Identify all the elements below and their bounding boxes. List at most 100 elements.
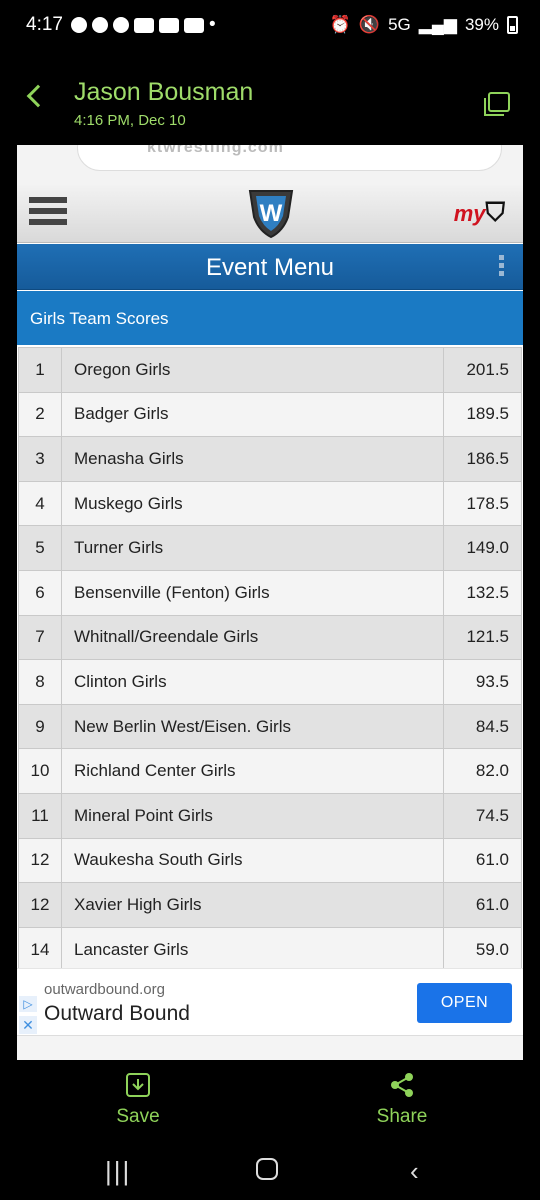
rank-cell: 2 [18,391,62,438]
shared-screenshot[interactable]: ktwrestling.com W my⛉ Event Menu Girls T… [17,145,523,1060]
my-logo-text: my [453,201,486,226]
rank-cell: 8 [18,659,62,705]
rank-cell: 12 [18,837,62,884]
score-cell: 201.5 [443,347,522,393]
site-header: W my⛉ [17,185,523,243]
table-row: 6 Bensenville (Fenton) Girls 132.5 [18,569,522,616]
score-cell: 132.5 [443,569,522,616]
team-cell: Waukesha South Girls [61,837,444,884]
team-cell: Bensenville (Fenton) Girls [61,569,444,616]
network-type: 5G [388,15,411,34]
team-cell: Mineral Point Girls [61,792,444,839]
ad-close-icon: ✕ [19,1016,37,1034]
browser-url-bar: ktwrestling.com [17,145,523,185]
ad-open-button: OPEN [417,983,512,1023]
download-icon [126,1073,150,1097]
table-row: 12 Xavier High Girls 61.0 [18,882,522,928]
status-time: 4:17 [26,14,63,35]
rank-cell: 11 [18,792,62,839]
table-row: 10 Richland Center Girls 82.0 [18,748,522,794]
table-row: 2 Badger Girls 189.5 [18,391,522,438]
rank-cell: 12 [18,882,62,928]
table-row: 12 Waukesha South Girls 61.0 [18,837,522,884]
team-scores-body: 1 Oregon Girls 201.5 2 Badger Girls 189.5 3 Men… [18,347,522,973]
browser-bottom-nav [17,1035,523,1060]
table-row: 3 Menasha Girls 186.5 [18,436,522,482]
save-button[interactable]: Save [78,1072,198,1128]
table-row: 5 Turner Girls 149.0 [18,525,522,571]
score-cell: 61.0 [443,837,522,884]
game-app-icon [183,17,204,33]
hamburger-menu-icon [29,197,67,229]
score-cell: 82.0 [443,748,522,794]
signal-icon: ▂▄▆ [418,15,457,34]
rank-cell: 9 [18,703,62,750]
section-header: Girls Team Scores [17,291,523,345]
status-bar: 4:17 • ⏰ 🔇 5G ▂▄▆ 39% [0,0,540,50]
section-title: Girls Team Scores [30,309,169,328]
facebook-icon [91,17,108,33]
shield-logo-icon: W [248,190,294,239]
rank-cell: 3 [18,436,62,482]
gallery-icon[interactable] [484,92,510,116]
score-cell: 93.5 [443,659,522,705]
table-row: 4 Muskego Girls 178.5 [18,480,522,527]
rank-cell: 5 [18,525,62,571]
ad-choices: ▷ ✕ [19,996,39,1034]
team-cell: Xavier High Girls [61,882,444,928]
score-cell: 84.5 [443,703,522,750]
score-cell: 74.5 [443,792,522,839]
share-label: Share [376,1106,428,1127]
rank-cell: 7 [18,614,62,661]
share-icon [391,1073,413,1097]
score-cell: 61.0 [443,882,522,928]
mytw-logo: my⛉ [454,197,505,229]
table-row: 1 Oregon Girls 201.5 [18,347,522,393]
save-label: Save [116,1106,160,1127]
mute-icon: 🔇 [358,15,381,34]
rank-cell: 4 [18,480,62,527]
kebab-menu-icon [499,255,505,279]
team-cell: New Berlin West/Eisen. Girls [61,703,444,750]
score-cell: 121.5 [443,614,522,661]
system-nav-bar: ||| ‹ [0,1140,540,1200]
score-cell: 186.5 [443,436,522,482]
notification-icons: • [70,14,216,36]
youtube-icon-2 [158,17,179,33]
back-arrow-icon[interactable] [26,84,50,108]
message-header: Jason Bousman 4:16 PM, Dec 10 [0,50,540,145]
table-row: 11 Mineral Point Girls 74.5 [18,792,522,839]
event-menu-title: Event Menu [205,254,335,281]
team-cell: Lancaster Girls [61,926,444,973]
team-cell: Turner Girls [61,525,444,571]
status-left: 4:17 • [26,14,330,36]
team-cell: Menasha Girls [61,436,444,482]
youtube-icon [133,17,154,33]
score-cell: 59.0 [443,926,522,973]
battery-percent: 39% [464,15,499,34]
ad-domain: outwardbound.org [44,981,165,998]
team-cell: Richland Center Girls [61,748,444,794]
team-scores-table: 1 Oregon Girls 201.5 2 Badger Girls 189.5 3 Men… [18,347,522,973]
ad-play-icon: ▷ [19,996,37,1012]
event-menu-bar: Event Menu [17,244,523,290]
nav-back-icon[interactable]: ‹ [410,1156,419,1187]
home-icon[interactable] [256,1158,278,1180]
ad-banner: ▷ ✕ outwardbound.org Outward Bound OPEN [17,968,523,1034]
team-cell: Badger Girls [61,391,444,438]
table-row: 9 New Berlin West/Eisen. Girls 84.5 [18,703,522,750]
share-button[interactable]: Share [342,1072,462,1128]
team-cell: Oregon Girls [61,347,444,393]
rank-cell: 10 [18,748,62,794]
rank-cell: 6 [18,569,62,616]
url-text: ktwrestling.com [147,145,284,156]
recent-apps-icon[interactable]: ||| [105,1156,131,1187]
more-notifications-dot: • [208,14,216,35]
rank-cell: 14 [18,926,62,973]
sender-name: Jason Bousman [74,78,254,106]
status-right: ⏰ 🔇 5G ▂▄▆ 39% [330,15,518,35]
rank-cell: 1 [18,347,62,393]
team-cell: Whitnall/Greendale Girls [61,614,444,661]
score-cell: 178.5 [443,480,522,527]
shield-app-icon [112,17,129,33]
